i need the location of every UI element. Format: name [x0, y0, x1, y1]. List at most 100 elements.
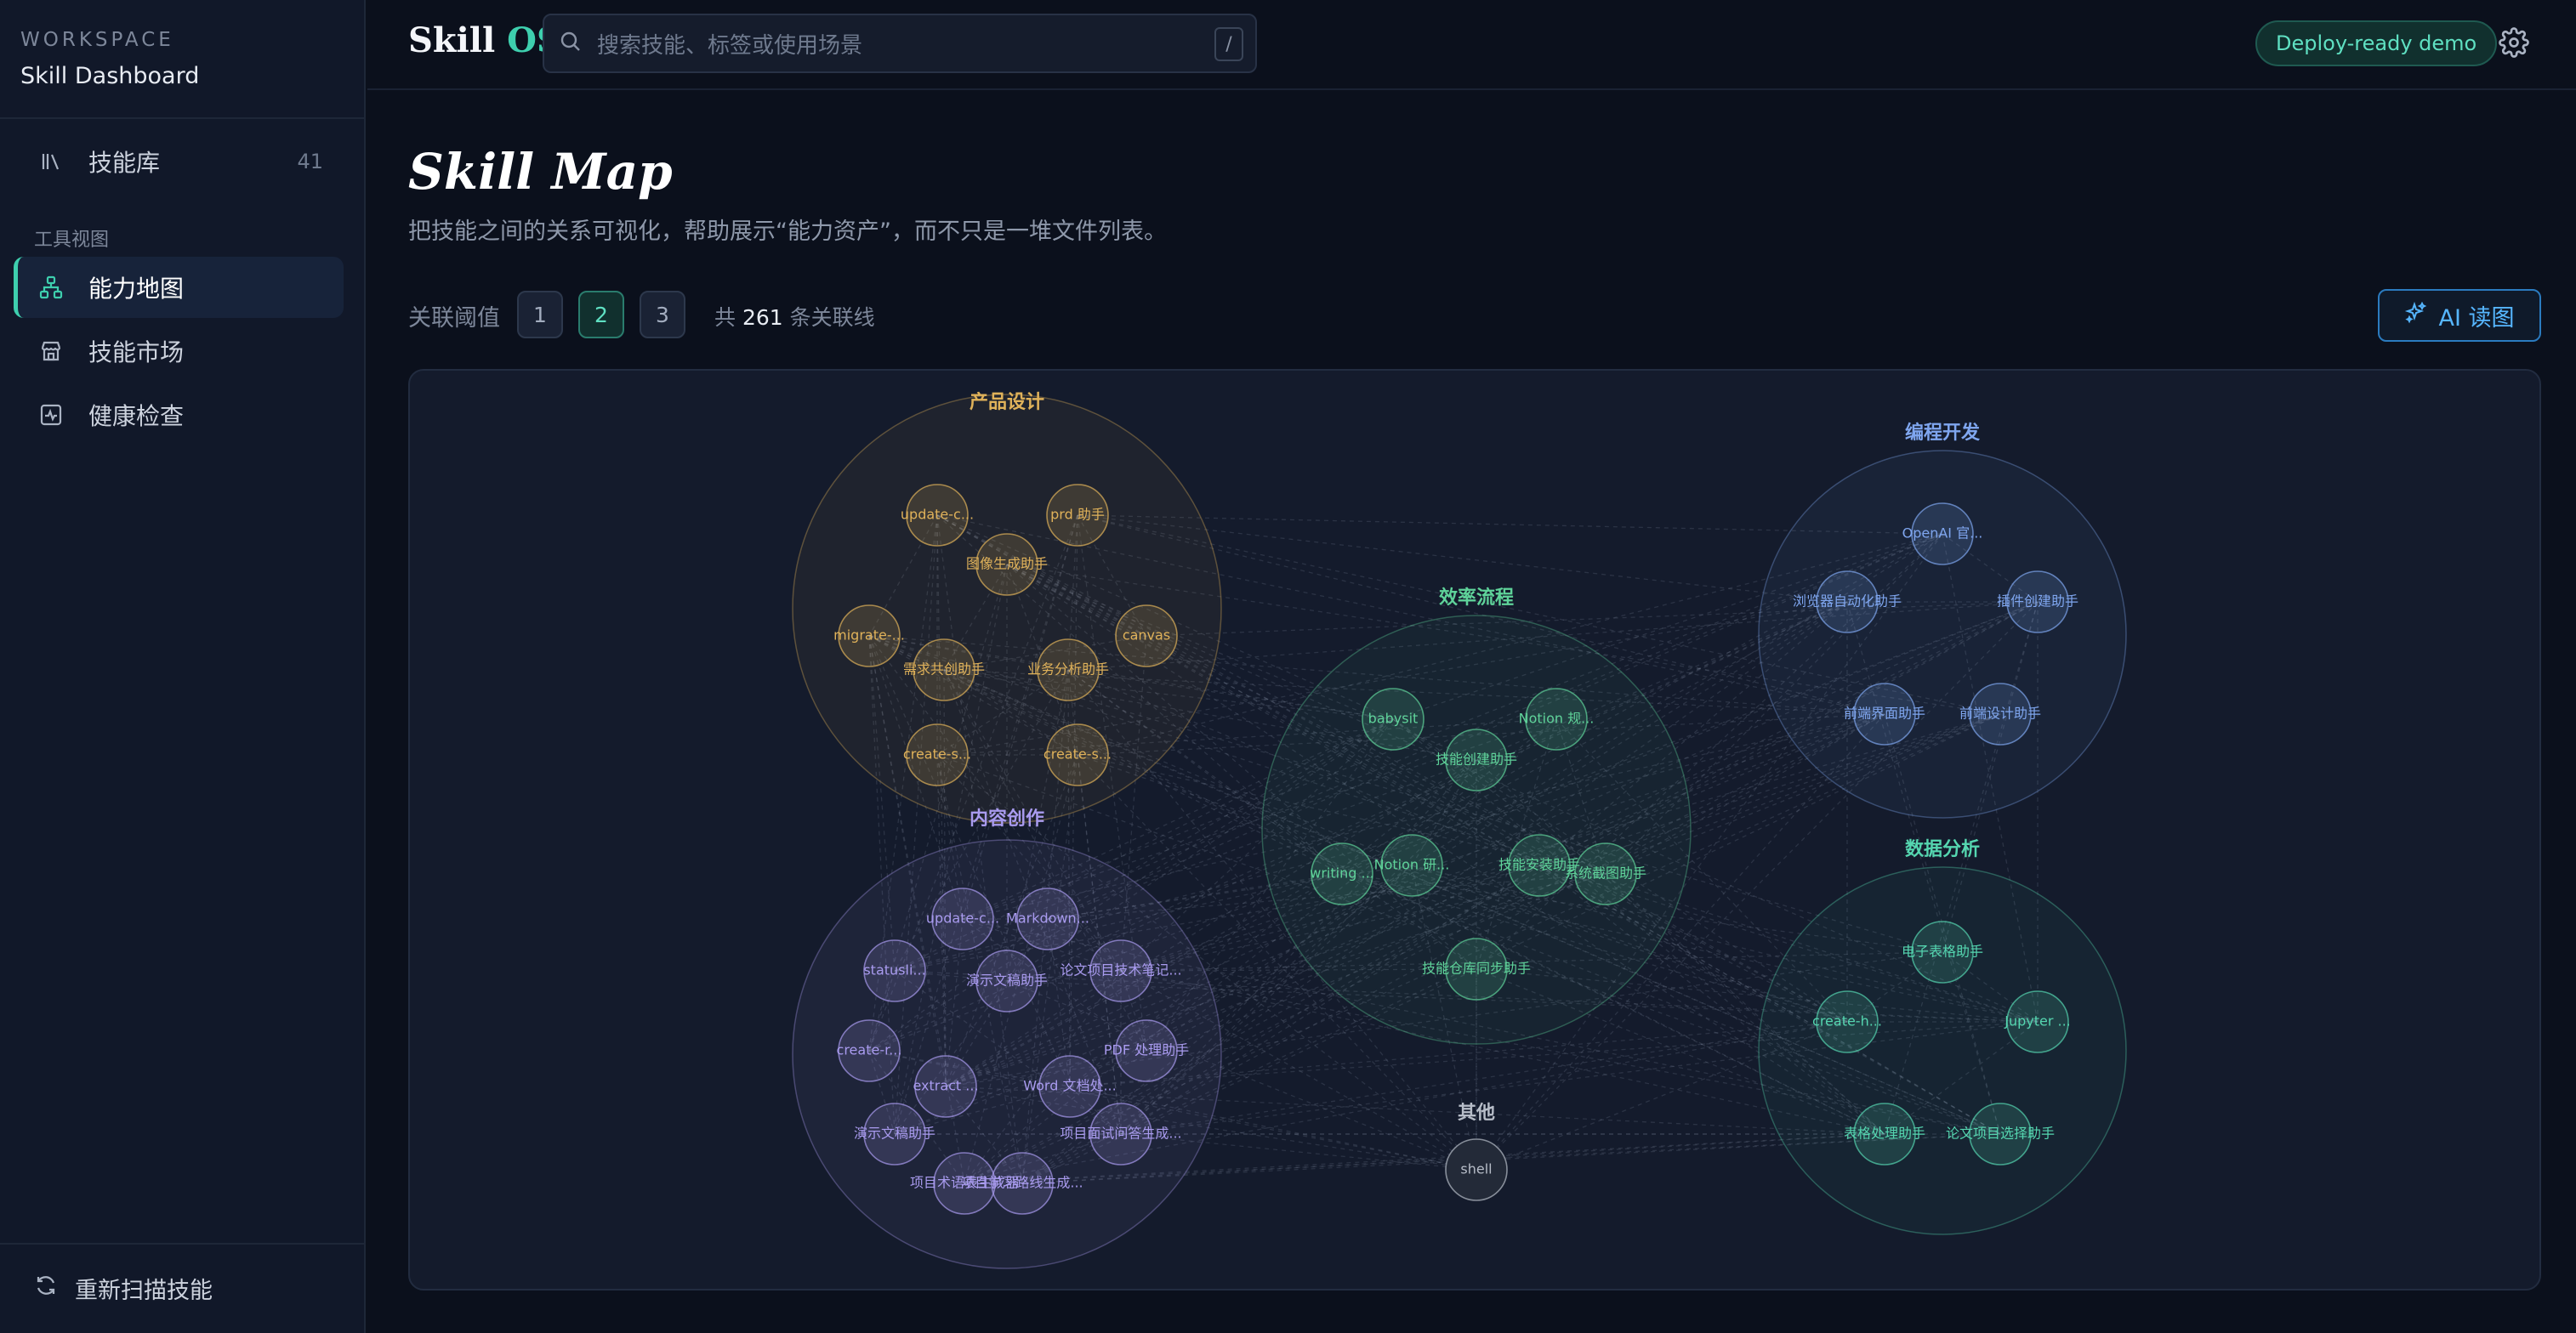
- skill-node-label: update-c...: [926, 910, 999, 927]
- sidebar: WORKSPACE Skill Dashboard 技能库 41 工具视图 能力…: [0, 0, 366, 1333]
- skill-node[interactable]: canvas: [1115, 604, 1178, 667]
- link-count-suffix: 条关联线: [789, 305, 875, 330]
- cluster-title: 内容创作: [970, 808, 1044, 830]
- skill-node-label: 电子表格助手: [1902, 944, 1983, 960]
- skill-node[interactable]: writing ...: [1310, 842, 1374, 905]
- sidebar-item-label: 健康检查: [88, 402, 185, 430]
- skill-node-label: extract ...: [913, 1078, 978, 1094]
- skill-node-label: Word 文档处...: [1023, 1078, 1116, 1094]
- skill-map-canvas[interactable]: 产品设计 update-c... prd 助手图像生成助手 migrate-... ca…: [410, 371, 2541, 1290]
- skill-node-label: writing ...: [1310, 865, 1373, 882]
- workspace-title: Skill Dashboard: [20, 63, 200, 89]
- refresh-icon: [34, 1273, 58, 1303]
- skill-node-label: prd 助手: [1050, 507, 1105, 523]
- cluster-other: 其他 shell: [1445, 1103, 1508, 1201]
- sidebar-divider: [0, 117, 366, 119]
- skill-node-label: update-c...: [901, 507, 974, 523]
- skill-node-label: OpenAI 官...: [1902, 525, 1983, 542]
- link-count-prefix: 共: [714, 305, 736, 330]
- skill-node-label: 需求共创助手: [903, 661, 985, 678]
- search-icon: [560, 31, 582, 56]
- cluster-title: 其他: [1458, 1103, 1495, 1124]
- logo-text: Skill: [408, 20, 508, 60]
- cluster-data: 数据分析电子表格助手 create-h... Jupyter ... 表格处理助手 论文…: [1758, 838, 2127, 1235]
- skill-node-label: canvas: [1123, 627, 1170, 644]
- skill-node-label: PDF 处理助手: [1104, 1042, 1189, 1058]
- threshold-button-1[interactable]: 1: [517, 291, 563, 338]
- topbar: Skill OS 搜索技能、标签或使用场景 / Deploy-ready dem…: [367, 0, 2576, 90]
- skill-node[interactable]: prd 助手: [1046, 484, 1109, 547]
- skill-node-label: 演示文稿助手: [966, 973, 1048, 989]
- search-input[interactable]: 搜索技能、标签或使用场景 /: [543, 14, 1257, 73]
- sitemap-icon: [39, 275, 63, 299]
- sidebar-divider: [0, 1243, 366, 1245]
- skill-node-label: migrate-...: [833, 627, 905, 644]
- app-logo[interactable]: Skill OS: [408, 20, 561, 60]
- skill-node-label: 浏览器自动化助手: [1793, 593, 1902, 610]
- skill-node-label: Jupyter ...: [2004, 1013, 2071, 1030]
- sidebar-item-label: 技能市场: [88, 338, 185, 366]
- skill-node-label: Markdown...: [1006, 910, 1089, 927]
- sidebar-section-label: 工具视图: [34, 230, 110, 251]
- skill-node-label: 论文项目选择助手: [1946, 1126, 2055, 1142]
- ai-read-map-button[interactable]: AI 读图: [2378, 289, 2541, 342]
- search-shortcut-key: /: [1214, 27, 1243, 61]
- threshold-label: 关联阈值: [408, 305, 500, 332]
- library-icon: [39, 150, 63, 173]
- skill-node-label: statusli...: [863, 962, 925, 978]
- skill-node-label: 项目学习路线生成...: [961, 1175, 1083, 1191]
- skill-node[interactable]: statusli...: [863, 939, 926, 1002]
- skill-node-label: create-r...: [837, 1042, 902, 1058]
- ai-button-label: AI 读图: [2438, 304, 2515, 332]
- settings-button[interactable]: [2499, 27, 2529, 58]
- cluster-product: 产品设计 update-c... prd 助手图像生成助手 migrate-... ca…: [792, 392, 1222, 824]
- skill-map-panel: 产品设计 update-c... prd 助手图像生成助手 migrate-... ca…: [408, 369, 2541, 1290]
- threshold-button-2[interactable]: 2: [578, 291, 624, 338]
- skill-node[interactable]: babysit: [1362, 688, 1424, 751]
- page-title: Skill Map: [408, 143, 673, 201]
- skill-node-label: 表格处理助手: [1844, 1126, 1925, 1142]
- store-icon: [39, 339, 63, 363]
- search-placeholder: 搜索技能、标签或使用场景: [597, 32, 863, 59]
- skill-node-label: babysit: [1368, 711, 1419, 727]
- skill-node-label: 项目面试问答生成...: [1060, 1126, 1181, 1142]
- skill-node-label: Notion 研...: [1374, 857, 1450, 873]
- rescan-button[interactable]: 重新扫描技能: [34, 1272, 213, 1305]
- sidebar-item-library[interactable]: 技能库 41: [14, 131, 344, 192]
- skill-node-label: create-s...: [903, 746, 971, 763]
- sidebar-item-health[interactable]: 健康检查: [14, 384, 344, 445]
- sidebar-item-label: 技能库: [88, 149, 161, 177]
- sidebar-item-label: 能力地图: [88, 275, 185, 303]
- library-count: 41: [297, 150, 323, 173]
- threshold-button-3[interactable]: 3: [640, 291, 685, 338]
- skill-node-label: create-h...: [1812, 1013, 1882, 1030]
- skill-node-label: 前端设计助手: [1959, 706, 2041, 722]
- page-subtitle: 把技能之间的关系可视化，帮助展示“能力资产”，而不只是一堆文件列表。: [408, 218, 1167, 245]
- skill-node-label: Notion 规...: [1519, 711, 1595, 727]
- sparkle-icon: [2404, 301, 2428, 331]
- sidebar-item-market[interactable]: 技能市场: [14, 320, 344, 382]
- workspace-label: WORKSPACE: [20, 29, 174, 51]
- skill-node-label: 技能仓库同步助手: [1422, 961, 1531, 977]
- skill-node-label: shell: [1460, 1161, 1492, 1177]
- cluster-content: 内容创作 update-c... Markdown... statusli... 演示文…: [792, 808, 1222, 1269]
- cluster-efficiency: 效率流程 babysit Notion 规... 技能创建助手 writing ...N…: [1261, 587, 1692, 1045]
- skill-node-label: 插件创建助手: [1997, 593, 2078, 610]
- link-count-value: 261: [742, 305, 783, 330]
- cluster-title: 编程开发: [1905, 422, 1981, 444]
- link-count-text: 共 261 条关联线: [714, 301, 875, 332]
- skill-node-label: 演示文稿助手: [854, 1126, 935, 1142]
- sidebar-item-skill-map[interactable]: 能力地图: [14, 257, 344, 318]
- cluster-title: 数据分析: [1905, 838, 1980, 860]
- skill-node-label: 前端界面助手: [1844, 706, 1925, 722]
- skill-node-label: 技能创建助手: [1436, 752, 1517, 768]
- skill-node[interactable]: shell: [1445, 1138, 1508, 1201]
- cluster-coding: 编程开发 OpenAI 官... 浏览器自动化助手 插件创建助手前端界面助手 前端设计助…: [1758, 422, 2127, 819]
- skill-node-label: 图像生成助手: [966, 556, 1048, 572]
- skill-node-label: 系统截图助手: [1565, 865, 1646, 882]
- deploy-status-badge: Deploy-ready demo: [2255, 20, 2498, 66]
- cluster-title: 效率流程: [1439, 587, 1514, 609]
- activity-icon: [39, 403, 63, 427]
- cluster-title: 产品设计: [970, 392, 1044, 413]
- skill-node-label: 业务分析助手: [1027, 661, 1109, 678]
